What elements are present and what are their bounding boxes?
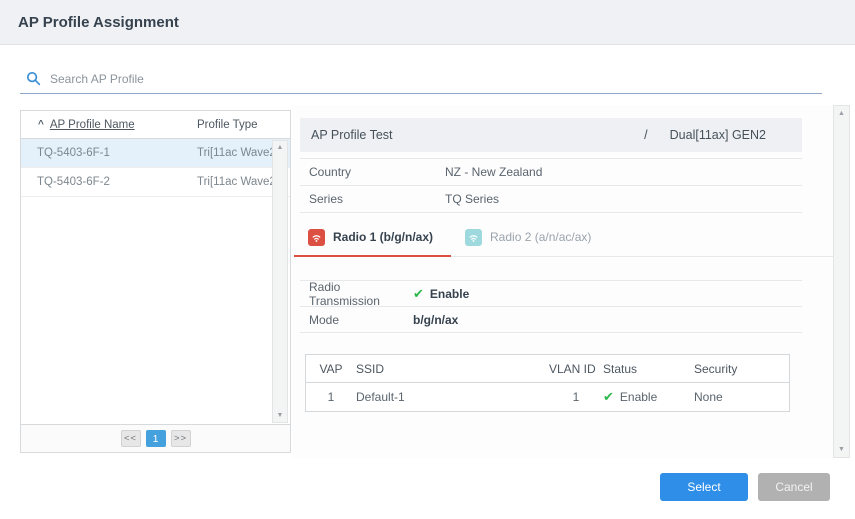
detail-title-bar: AP Profile Test / Dual[11ax] GEN2 (300, 118, 802, 152)
search-icon (26, 71, 41, 86)
sort-asc-icon[interactable]: ^ (38, 119, 44, 130)
radio-setting-value: b/g/n/ax (413, 313, 458, 327)
scroll-down-icon[interactable]: ▼ (838, 446, 845, 453)
ssid-cell: Default-1 (356, 390, 549, 404)
table-row: 1 Default-1 1 ✔ Enable None (306, 383, 789, 411)
search-bar (20, 64, 822, 94)
wifi-icon (465, 229, 482, 246)
check-icon: ✔ (603, 389, 614, 405)
right-panel-scrollbar[interactable]: ▲ ▼ (833, 105, 850, 458)
check-icon: ✔ (413, 286, 424, 302)
col-status: Status (603, 362, 694, 376)
info-value: TQ Series (445, 192, 499, 206)
detail-separator: / (644, 128, 647, 142)
profile-list-panel: ^ AP Profile Name Profile Type TQ-5403-6… (20, 110, 291, 453)
detail-model: Dual[11ax] GEN2 (670, 128, 766, 142)
cancel-button[interactable]: Cancel (758, 473, 830, 501)
profile-name-cell: TQ-5403-6F-2 (21, 176, 110, 188)
tab-label: Radio 1 (b/g/n/ax) (333, 230, 433, 244)
profile-name-cell: TQ-5403-6F-1 (21, 147, 110, 159)
select-button[interactable]: Select (660, 473, 748, 501)
col-security: Security (694, 362, 789, 376)
pagination: << 1 >> (21, 424, 290, 452)
profile-list-header: ^ AP Profile Name Profile Type (21, 111, 290, 139)
info-row-series: Series TQ Series (300, 186, 802, 213)
profile-type-cell: Tri[11ac Wave2] (197, 147, 279, 159)
column-header-ap-profile-name[interactable]: AP Profile Name (50, 119, 135, 131)
security-cell: None (694, 390, 789, 404)
profile-row[interactable]: TQ-5403-6F-2 Tri[11ac Wave2] (21, 168, 290, 197)
info-label: Series (300, 192, 445, 206)
tab-label: Radio 2 (a/n/ac/ax) (490, 230, 591, 244)
info-value: NZ - New Zealand (445, 165, 542, 179)
pagination-page-1-button[interactable]: 1 (146, 430, 166, 447)
pagination-prev-button[interactable]: << (121, 430, 141, 447)
scroll-down-icon[interactable]: ▼ (277, 412, 284, 419)
vlan-cell: 1 (549, 390, 603, 404)
vap-table: VAP SSID VLAN ID Status Security 1 Defau… (305, 354, 790, 412)
radio-setting-label: Mode (300, 313, 413, 327)
tab-radio-2[interactable]: Radio 2 (a/n/ac/ax) (457, 218, 615, 256)
radio-transmission-row: Radio Transmission ✔ Enable (300, 281, 802, 307)
column-header-profile-type: Profile Type (197, 119, 258, 131)
radio-tabs: Radio 1 (b/g/n/ax) Radio 2 (a/n/ac/ax) (300, 218, 833, 257)
col-vlan-id: VLAN ID (549, 362, 603, 376)
scroll-up-icon[interactable]: ▲ (277, 144, 284, 151)
status-value: Enable (620, 390, 657, 404)
radio-settings: Radio Transmission ✔ Enable Mode b/g/n/a… (300, 280, 802, 333)
radio-setting-label: Radio Transmission (300, 280, 413, 308)
col-vap: VAP (306, 362, 356, 376)
profile-detail-panel: AP Profile Test / Dual[11ax] GEN2 Countr… (292, 105, 850, 458)
tab-radio-1[interactable]: Radio 1 (b/g/n/ax) (300, 218, 457, 256)
scroll-up-icon[interactable]: ▲ (838, 110, 845, 117)
detail-profile-name: AP Profile Test (300, 128, 393, 142)
detail-info-list: Country NZ - New Zealand Series TQ Serie… (300, 158, 802, 213)
mode-row: Mode b/g/n/ax (300, 307, 802, 333)
vap-table-header: VAP SSID VLAN ID Status Security (306, 355, 789, 383)
wifi-icon (308, 229, 325, 246)
search-input[interactable] (50, 72, 450, 86)
ap-profile-assignment-dialog: AP Profile Assignment ^ AP Profile Name … (0, 0, 855, 519)
pagination-next-button[interactable]: >> (171, 430, 191, 447)
profile-type-cell: Tri[11ac Wave2] (197, 176, 279, 188)
info-row-country: Country NZ - New Zealand (300, 159, 802, 186)
info-label: Country (300, 165, 445, 179)
radio-setting-value: Enable (430, 287, 469, 301)
vap-cell: 1 (306, 390, 356, 404)
status-cell: ✔ Enable (603, 389, 694, 405)
left-panel-scrollbar[interactable]: ▲ ▼ (272, 140, 288, 423)
dialog-header: AP Profile Assignment (0, 0, 855, 45)
page-title: AP Profile Assignment (18, 14, 179, 31)
profile-row-selected[interactable]: TQ-5403-6F-1 Tri[11ac Wave2] (21, 139, 290, 168)
col-ssid: SSID (356, 362, 549, 376)
